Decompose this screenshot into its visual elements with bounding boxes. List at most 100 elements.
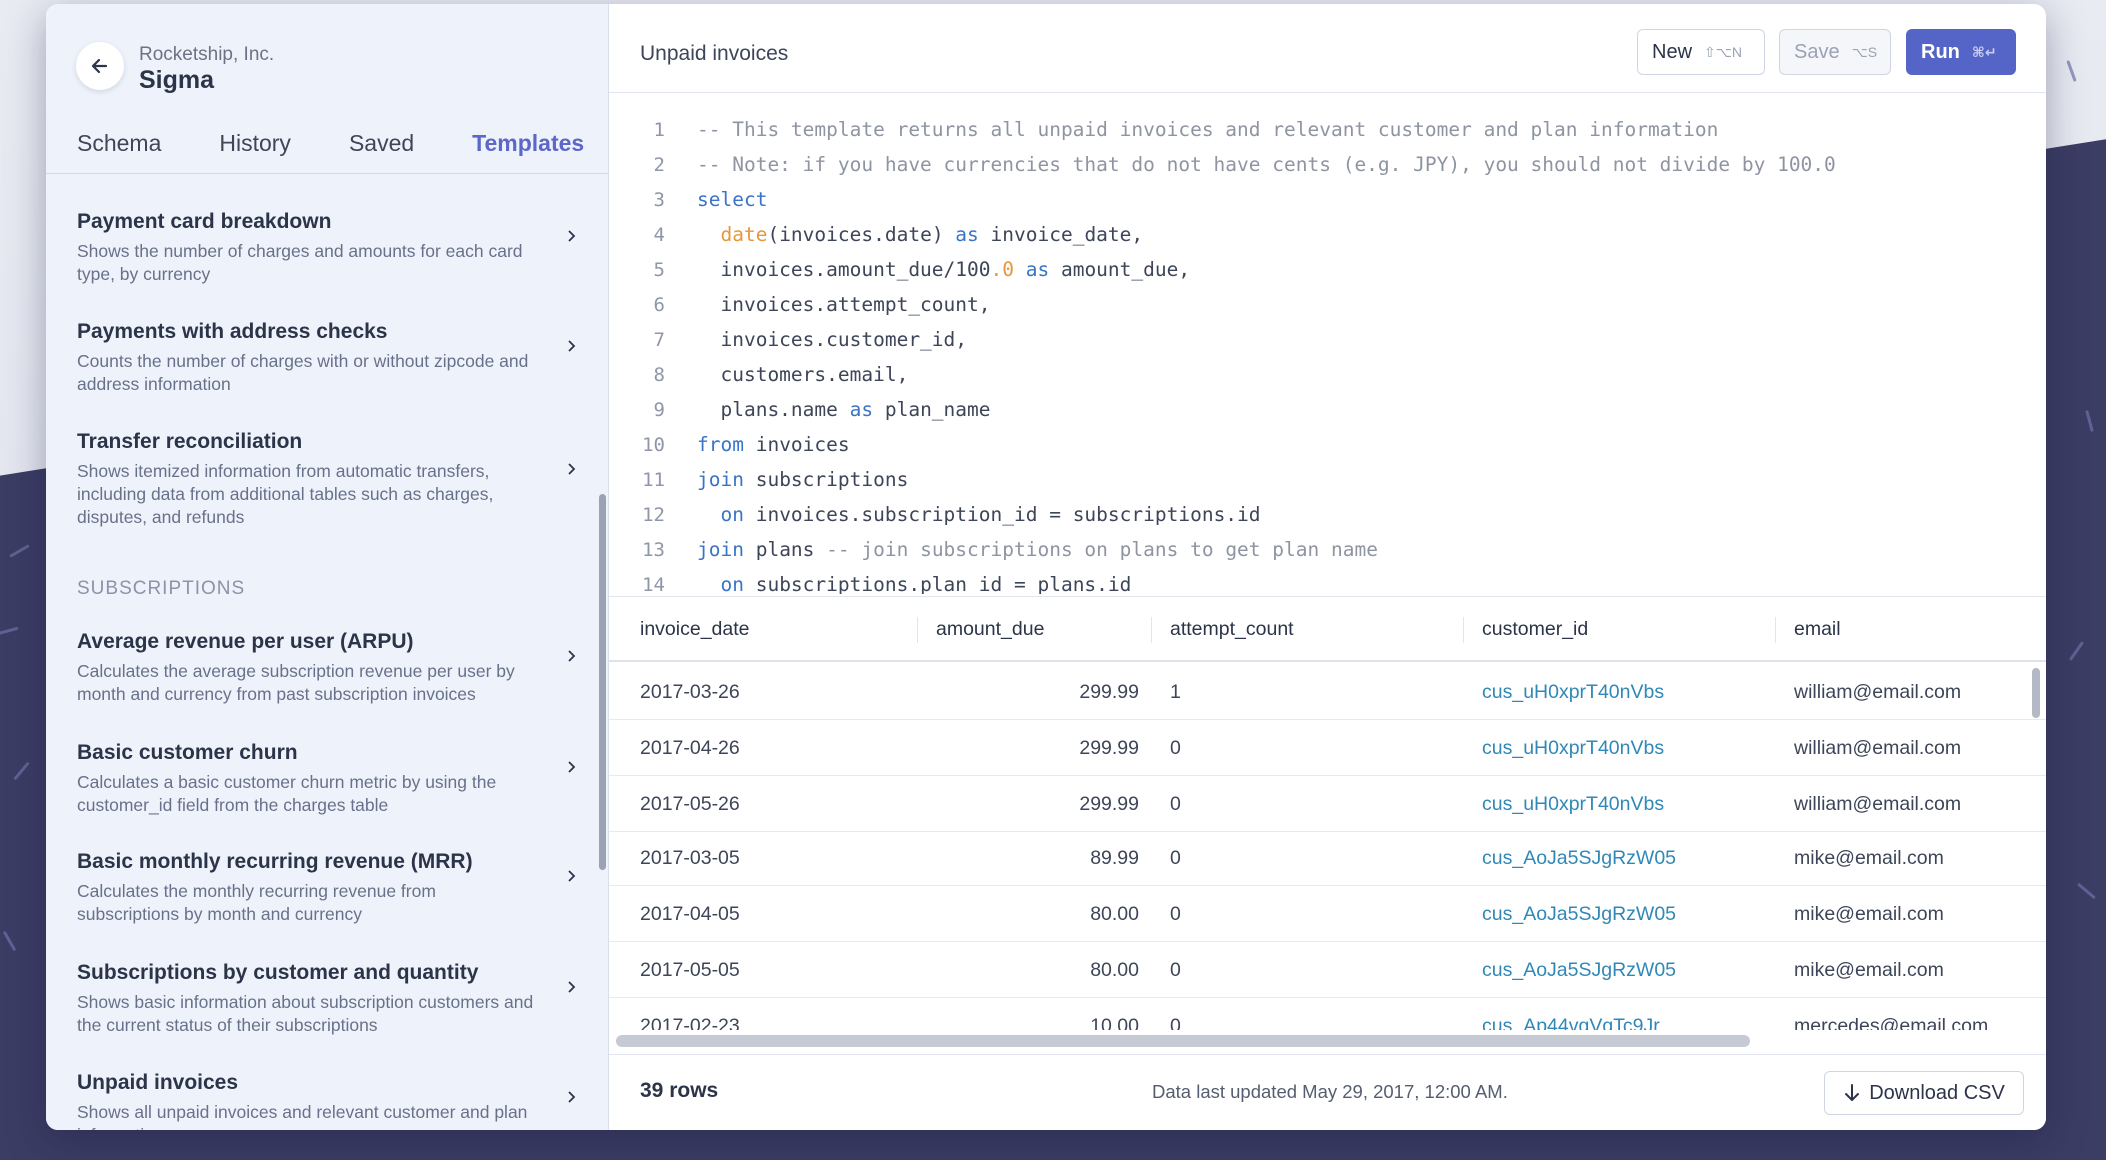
code-line[interactable]: 9 plans.name as plan_name (609, 392, 991, 427)
column-divider[interactable] (1151, 617, 1152, 643)
code-line[interactable]: 11 join subscriptions (609, 462, 908, 497)
new-button[interactable]: New ⇧⌥N (1637, 29, 1765, 75)
table-row[interactable]: 2017-04-26 299.99 0 cus_uH0xprT40nVbs willia… (609, 720, 2046, 776)
chevron-right-icon (568, 870, 576, 882)
line-number: 6 (653, 293, 665, 316)
template-item-payments-address-checks[interactable]: Payments with address checks Counts the … (77, 320, 577, 396)
table-cell-customer-id[interactable]: cus_Ap44vgVgTc9Jr (1482, 998, 1660, 1031)
background-dash (0, 626, 19, 636)
sidebar-scrollbar[interactable] (599, 494, 606, 870)
column-divider[interactable] (1775, 617, 1776, 643)
code-line[interactable]: 7 invoices.customer_id, (609, 322, 967, 357)
table-cell-amount-due: 80.00 (1090, 958, 1139, 981)
table-cell-email: william@email.com (1794, 680, 1962, 703)
table-cell-attempt-count: 0 (1170, 846, 1181, 869)
table-cell-invoice-date: 2017-03-05 (640, 846, 740, 869)
table-cell-customer-id[interactable]: cus_AoJa5SJgRzW05 (1482, 942, 1676, 998)
code-text: on subscriptions.plan_id = plans.id (720, 573, 1132, 594)
template-desc: Shows all unpaid invoices and relevant c… (77, 1102, 528, 1130)
line-number: 3 (653, 188, 665, 211)
table-cell-email: mike@email.com (1794, 846, 1944, 869)
code-text: invoices.amount_due/100.0 as amount_due, (697, 258, 1191, 281)
code-line[interactable]: 12 on invoices.subscription_id = subscri… (609, 497, 1261, 532)
code-line[interactable]: 13 join plans -- join subscriptions on pl… (609, 532, 1378, 567)
query-title: Unpaid invoices (640, 42, 789, 65)
table-cell-email: mike@email.com (1794, 902, 1944, 925)
column-header-attempt-count[interactable]: attempt_count (1170, 597, 1294, 661)
save-button[interactable]: Save ⌥S (1779, 29, 1891, 75)
table-cell-customer-id[interactable]: cus_uH0xprT40nVbs (1482, 776, 1664, 832)
code-text: -- Note: if you have currencies that do … (697, 153, 1836, 176)
table-cell-customer-id[interactable]: cus_AoJa5SJgRzW05 (1482, 830, 1676, 886)
code-line[interactable]: 14 on subscriptions.plan_id = plans.id (609, 567, 1131, 594)
line-number: 11 (642, 468, 665, 491)
template-item-unpaid-invoices[interactable]: Unpaid invoices Shows all unpaid invoice… (77, 1071, 577, 1130)
table-cell-customer-id[interactable]: cus_AoJa5SJgRzW05 (1482, 886, 1676, 942)
column-divider[interactable] (917, 617, 918, 643)
back-button[interactable] (76, 42, 124, 90)
table-cell-amount-due: 299.99 (1079, 792, 1139, 815)
code-line[interactable]: 10 from invoices (609, 427, 850, 462)
table-cell-amount-due: 80.00 (1090, 902, 1139, 925)
tab-saved[interactable]: Saved (349, 130, 414, 157)
template-item-arpu[interactable]: Average revenue per user (ARPU) Calculat… (77, 630, 577, 706)
column-header-invoice-date[interactable]: invoice_date (640, 597, 750, 661)
save-shortcut: ⌥S (1851, 43, 1878, 60)
chevron-right-icon (568, 463, 576, 475)
table-cell-invoice-date: 2017-05-26 (640, 792, 740, 815)
tab-templates[interactable]: Templates (472, 130, 584, 157)
code-line[interactable]: 8 customers.email, (609, 357, 909, 392)
code-line[interactable]: 4 date(invoices.date) as invoice_date, (609, 217, 1144, 252)
background-dash (13, 761, 30, 781)
table-row[interactable]: 2017-05-05 80.00 0 cus_AoJa5SJgRzW05 mike@em… (609, 942, 2046, 998)
code-text: plans.name as plan_name (697, 398, 991, 421)
line-number: 8 (653, 363, 665, 386)
template-title: Basic monthly recurring revenue (MRR) (77, 850, 473, 873)
table-row[interactable]: 2017-02-23 10.00 0 cus_Ap44vgVgTc9Jr mercede… (609, 998, 2046, 1031)
section-subscriptions: SUBSCRIPTIONS (77, 578, 246, 599)
code-text: select (697, 188, 768, 211)
table-cell-customer-id[interactable]: cus_uH0xprT40nVbs (1482, 664, 1664, 720)
template-item-basic-churn[interactable]: Basic customer churn Calculates a basic … (77, 741, 577, 817)
code-line[interactable]: 2 -- Note: if you have currencies that do… (609, 147, 1836, 182)
column-header-email[interactable]: email (1794, 597, 1841, 661)
template-item-basic-mrr[interactable]: Basic monthly recurring revenue (MRR) Ca… (77, 850, 577, 926)
tab-schema[interactable]: Schema (77, 130, 161, 157)
template-title: Payment card breakdown (77, 210, 332, 233)
template-item-subs-by-customer[interactable]: Subscriptions by customer and quantity S… (77, 961, 577, 1037)
code-line[interactable]: 3 select (609, 182, 768, 217)
run-button[interactable]: Run ⌘↵ (1906, 29, 2016, 75)
line-number: 1 (653, 118, 665, 141)
table-cell-invoice-date: 2017-04-26 (640, 736, 740, 759)
code-line[interactable]: 1 -- This template returns all unpaid inv… (609, 112, 1719, 147)
table-cell-attempt-count: 0 (1170, 902, 1181, 925)
table-cell-attempt-count: 0 (1170, 736, 1181, 759)
template-item-payment-card-breakdown[interactable]: Payment card breakdown Shows the number … (77, 210, 577, 286)
background-dash (9, 544, 30, 558)
column-header-amount-due[interactable]: amount_due (936, 597, 1044, 661)
code-text: on invoices.subscription_id = subscripti… (720, 503, 1261, 526)
table-cell-amount-due: 299.99 (1079, 736, 1139, 759)
code-text: join plans -- join subscriptions on plan… (697, 538, 1378, 561)
results-horizontal-scrollbar[interactable] (616, 1035, 1750, 1047)
template-item-transfer-reconciliation[interactable]: Transfer reconciliation Shows itemized i… (77, 430, 577, 529)
column-divider[interactable] (1463, 617, 1464, 643)
table-cell-email: william@email.com (1794, 736, 1962, 759)
download-csv-button[interactable]: Download CSV (1824, 1071, 2024, 1115)
table-row[interactable]: 2017-03-26 299.99 1 cus_uH0xprT40nVbs willia… (609, 664, 2046, 720)
background-dash (2068, 641, 2085, 661)
table-cell-email: william@email.com (1794, 792, 1962, 815)
code-line[interactable]: 5 invoices.amount_due/100.0 as amount_du… (609, 252, 1191, 287)
sql-editor[interactable]: 1 -- This template returns all unpaid inv… (609, 94, 2046, 594)
table-row[interactable]: 2017-03-05 89.99 0 cus_AoJa5SJgRzW05 mike@em… (609, 830, 2046, 886)
template-desc: Calculates the monthly recurring revenue… (77, 881, 436, 924)
table-cell-customer-id[interactable]: cus_uH0xprT40nVbs (1482, 720, 1664, 776)
main-panel: Unpaid invoices New ⇧⌥N Save ⌥S Run ⌘↵ 1… (609, 4, 2046, 1130)
table-cell-amount-due: 10.00 (1090, 1014, 1139, 1031)
table-row[interactable]: 2017-04-05 80.00 0 cus_AoJa5SJgRzW05 mike@em… (609, 886, 2046, 942)
tab-history[interactable]: History (219, 130, 291, 157)
code-line[interactable]: 6 invoices.attempt_count, (609, 287, 991, 322)
column-header-customer-id[interactable]: customer_id (1482, 597, 1588, 661)
results-vertical-scrollbar[interactable] (2032, 668, 2040, 718)
table-row[interactable]: 2017-05-26 299.99 0 cus_uH0xprT40nVbs willia… (609, 776, 2046, 832)
